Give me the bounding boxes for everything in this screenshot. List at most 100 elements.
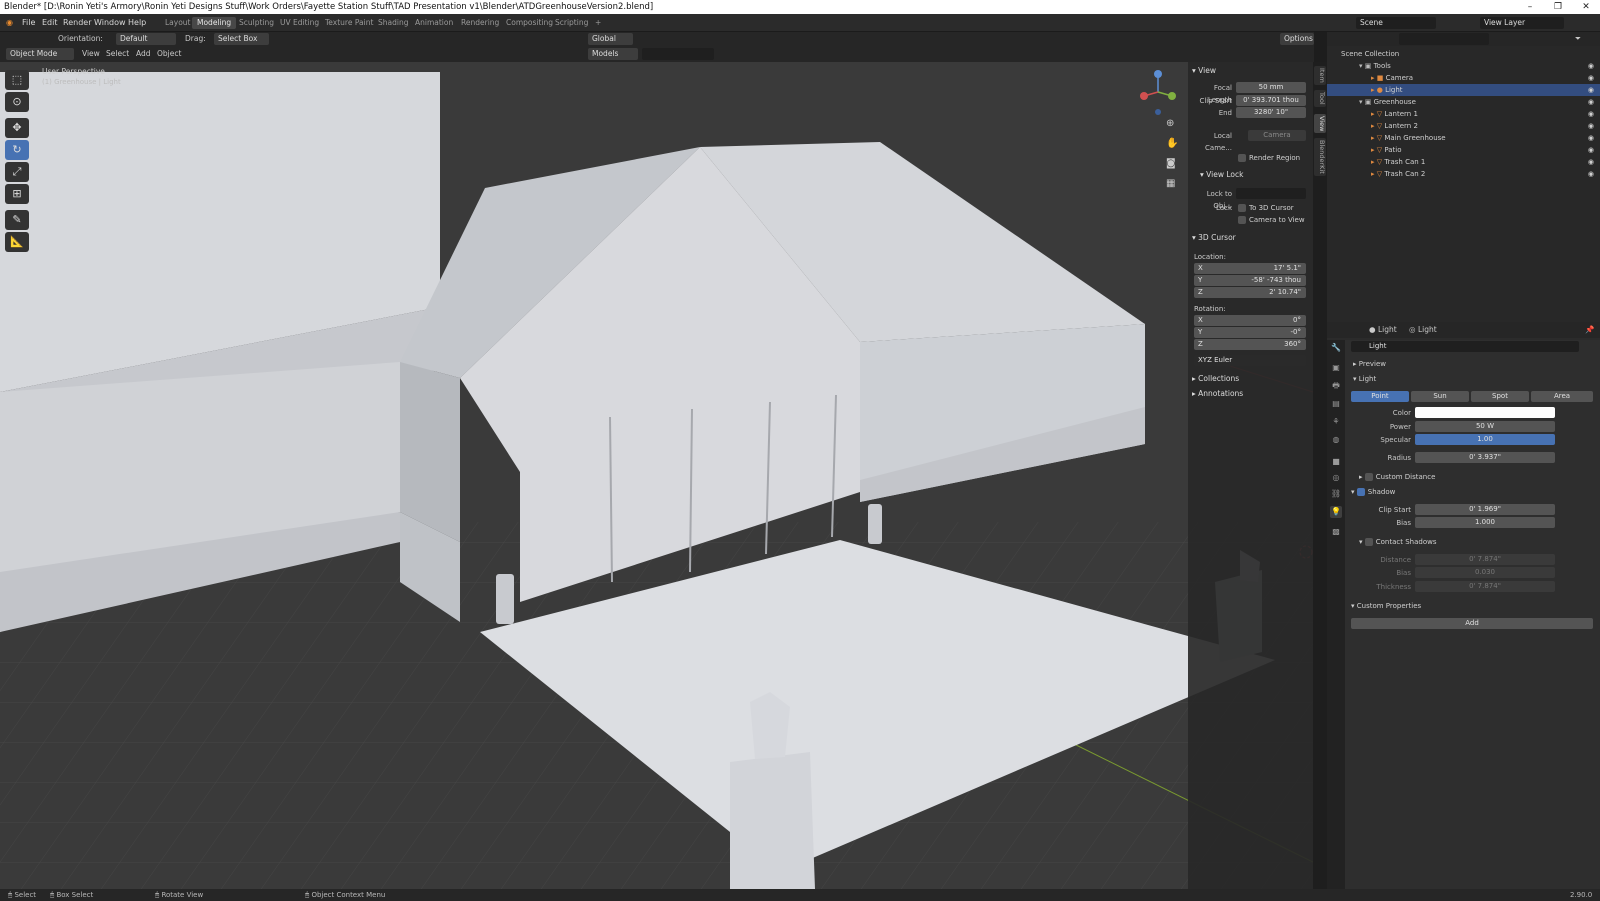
- orientation-dropdown[interactable]: Default: [116, 33, 176, 45]
- camera-view-icon[interactable]: ◙: [1166, 158, 1176, 169]
- visibility-eye-icon[interactable]: ◉: [1588, 156, 1594, 168]
- outliner-row-trash-can-1[interactable]: ▸ ▽ Trash Can 1 ◉: [1327, 156, 1600, 168]
- workspace-tab-modeling[interactable]: Modeling: [192, 17, 237, 29]
- workspace-tab-scripting[interactable]: Scripting: [550, 17, 593, 29]
- cursor-location-y-field[interactable]: Y -58' -743 thou: [1194, 275, 1306, 286]
- outliner-row-light[interactable]: ▸ ● Light ◉: [1327, 84, 1600, 96]
- pan-hand-icon[interactable]: ✋: [1166, 138, 1178, 149]
- visibility-eye-icon[interactable]: ◉: [1588, 60, 1594, 72]
- outliner-row-trash-can-2[interactable]: ▸ ▽ Trash Can 2 ◉: [1327, 168, 1600, 180]
- visibility-eye-icon[interactable]: ◉: [1588, 144, 1594, 156]
- workspace-tab-uv-editing[interactable]: UV Editing: [275, 17, 324, 29]
- output-tab-icon[interactable]: 🖶: [1330, 380, 1342, 392]
- clip-start-field[interactable]: 0' 393.701 thou: [1236, 95, 1306, 106]
- annotate-tool-icon[interactable]: ✎: [5, 210, 29, 230]
- workspace-tab-shading[interactable]: Shading: [373, 17, 413, 29]
- cursor-location-z-field[interactable]: Z 2' 10.74": [1194, 287, 1306, 298]
- outliner-row-main-greenhouse[interactable]: ▸ ▽ Main Greenhouse ◉: [1327, 132, 1600, 144]
- object-tab-icon[interactable]: ■: [1330, 456, 1342, 468]
- transform-tool-icon[interactable]: ⊞: [5, 184, 29, 204]
- outliner-row-tools[interactable]: ▾ ▣ Tools ◉: [1327, 60, 1600, 72]
- viewport-menu-view[interactable]: View: [82, 48, 100, 60]
- breadcrumb-object[interactable]: ● Light: [1369, 324, 1397, 336]
- light-section[interactable]: ▾ Light: [1353, 373, 1600, 385]
- tab-view[interactable]: View: [1314, 114, 1326, 134]
- close-window-button[interactable]: ✕: [1572, 0, 1600, 14]
- outliner-row-greenhouse[interactable]: ▾ ▣ Greenhouse ◉: [1327, 96, 1600, 108]
- object-mode-dropdown[interactable]: Object Mode: [6, 48, 74, 60]
- filter-icon[interactable]: ⏷: [1575, 33, 1581, 45]
- options-dropdown[interactable]: Options: [1280, 33, 1314, 45]
- outliner-row-lantern-1[interactable]: ▸ ▽ Lantern 1 ◉: [1327, 108, 1600, 120]
- visibility-eye-icon[interactable]: ◉: [1588, 108, 1594, 120]
- power-field[interactable]: 50 W: [1415, 421, 1555, 432]
- tab-tool[interactable]: Tool: [1314, 90, 1326, 107]
- constraints-tab-icon[interactable]: ⛓: [1330, 488, 1342, 500]
- scale-tool-icon[interactable]: ⤢: [5, 162, 29, 182]
- workspace-tab-layout[interactable]: Layout: [160, 17, 196, 29]
- light-type-spot[interactable]: Spot: [1471, 391, 1529, 402]
- view-lock-section-header[interactable]: ▾ View Lock: [1200, 170, 1243, 179]
- move-tool-icon[interactable]: ✥: [5, 118, 29, 138]
- cs-thickness-field[interactable]: 0' 7.874": [1415, 581, 1555, 592]
- light-color-swatch[interactable]: [1415, 407, 1555, 418]
- camera-to-view-checkbox[interactable]: Camera to View: [1249, 216, 1305, 224]
- tab-item[interactable]: Item: [1314, 66, 1326, 85]
- viewport-menu-select[interactable]: Select: [106, 48, 129, 60]
- light-datablock-field[interactable]: Light: [1351, 341, 1579, 352]
- viewport-menu-add[interactable]: Add: [136, 48, 151, 60]
- cursor-rotation-y-field[interactable]: Y -0°: [1194, 327, 1306, 338]
- 3d-cursor-section-header[interactable]: ▾ 3D Cursor: [1192, 233, 1236, 242]
- cs-distance-field[interactable]: 0' 7.874": [1415, 554, 1555, 565]
- add-workspace-button[interactable]: +: [590, 17, 606, 29]
- navigation-gizmo[interactable]: [1136, 68, 1184, 116]
- to-3d-cursor-checkbox[interactable]: To 3D Cursor: [1249, 204, 1294, 212]
- add-custom-property-button[interactable]: Add: [1351, 618, 1593, 629]
- visibility-eye-icon[interactable]: ◉: [1588, 72, 1594, 84]
- maximize-button[interactable]: ❐: [1544, 0, 1572, 14]
- scene-tab-icon[interactable]: ⚘: [1330, 416, 1342, 428]
- menu-render[interactable]: Render: [63, 18, 91, 27]
- viewport-menu-object[interactable]: Object: [157, 48, 181, 60]
- cs-bias-field[interactable]: 0.030: [1415, 567, 1555, 578]
- tool-tab-icon[interactable]: 🔧: [1330, 342, 1342, 354]
- clip-end-field[interactable]: 3280' 10": [1236, 107, 1306, 118]
- light-data-tab-icon[interactable]: 💡: [1330, 506, 1342, 518]
- menu-help[interactable]: Help: [128, 18, 146, 27]
- cursor-location-x-field[interactable]: X 17' 5.1": [1194, 263, 1306, 274]
- 3d-viewport[interactable]: User Perspective (1) Greenhouse | Light …: [0, 62, 1313, 889]
- drag-dropdown[interactable]: Select Box: [214, 33, 269, 45]
- outliner-search-input[interactable]: [1399, 33, 1489, 45]
- shadow-section[interactable]: ▾ Shadow: [1351, 486, 1600, 498]
- radius-field[interactable]: 0' 3.937": [1415, 452, 1555, 463]
- rotate-tool-icon[interactable]: ↻: [5, 140, 29, 160]
- cursor-rotation-z-field[interactable]: Z 360°: [1194, 339, 1306, 350]
- view-layer-selector[interactable]: View Layer: [1480, 17, 1564, 29]
- visibility-eye-icon[interactable]: ◉: [1588, 132, 1594, 144]
- cursor-rotation-x-field[interactable]: X 0°: [1194, 315, 1306, 326]
- render-tab-icon[interactable]: ▣: [1330, 362, 1342, 374]
- lock-to-object-field[interactable]: [1236, 188, 1306, 199]
- preview-section[interactable]: ▸ Preview: [1353, 358, 1600, 370]
- contact-shadows-section[interactable]: ▾ Contact Shadows: [1359, 536, 1600, 548]
- rotation-mode-dropdown[interactable]: XYZ Euler: [1194, 355, 1306, 366]
- transform-orientation-dropdown[interactable]: Global: [588, 33, 633, 45]
- view-layer-tab-icon[interactable]: ▤: [1330, 398, 1342, 410]
- zoom-icon[interactable]: ⊕: [1166, 118, 1174, 129]
- collections-section-header[interactable]: ▸ Collections: [1192, 374, 1239, 383]
- shadow-clip-start-field[interactable]: 0' 1.969": [1415, 504, 1555, 515]
- workspace-tab-sculpting[interactable]: Sculpting: [234, 17, 279, 29]
- blender-logo-icon[interactable]: ◉: [6, 18, 13, 27]
- visibility-eye-icon[interactable]: ◉: [1588, 120, 1594, 132]
- light-type-sun[interactable]: Sun: [1411, 391, 1469, 402]
- custom-distance-section[interactable]: ▸ Custom Distance: [1359, 471, 1600, 483]
- custom-properties-section[interactable]: ▾ Custom Properties: [1351, 600, 1600, 612]
- visibility-eye-icon[interactable]: ◉: [1588, 84, 1594, 96]
- outliner-scene-collection[interactable]: Scene Collection: [1327, 48, 1600, 60]
- visibility-eye-icon[interactable]: ◉: [1588, 96, 1594, 108]
- viewport-search-input[interactable]: [642, 48, 714, 60]
- menu-window[interactable]: Window: [94, 18, 126, 27]
- light-type-area[interactable]: Area: [1531, 391, 1593, 402]
- view-section-header[interactable]: ▾ View: [1192, 66, 1216, 75]
- menu-edit[interactable]: Edit: [42, 18, 58, 27]
